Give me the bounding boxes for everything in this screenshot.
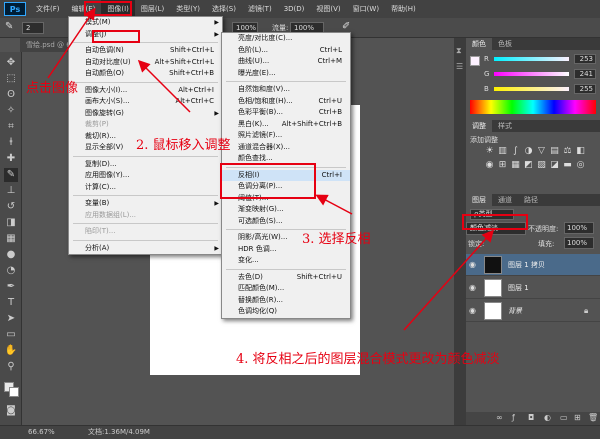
annotation-arrows	[47, 7, 495, 331]
annotation-step3: 3. 选择反相	[302, 232, 371, 247]
arrow-step2	[137, 59, 191, 113]
annotation-step2: 2. 鼠标移入调整	[136, 138, 231, 153]
arrow-step4	[403, 229, 495, 331]
arrow-step1	[47, 7, 96, 79]
annotation-step1: 点击图像	[26, 81, 79, 96]
annotation-step4: 4. 将反相之后的图层混合模式更改为颜色减淡	[236, 352, 500, 367]
arrow-step3	[315, 194, 353, 215]
